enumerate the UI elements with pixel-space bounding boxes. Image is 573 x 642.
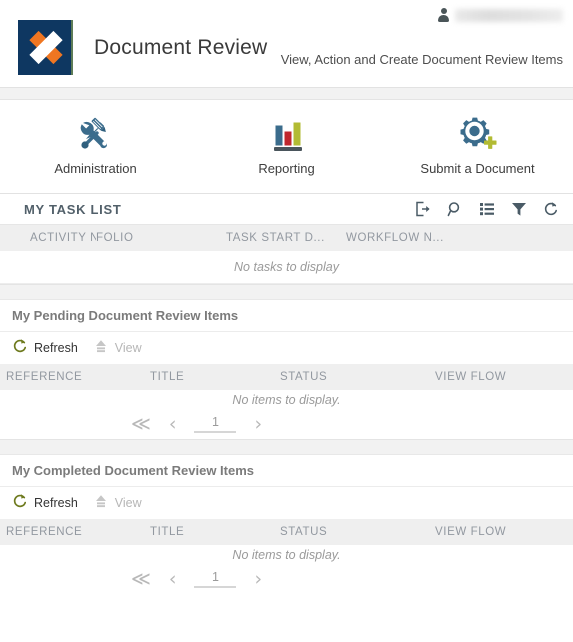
nav-tile-administration[interactable]: Administration	[0, 100, 191, 193]
pending-view-button[interactable]: View	[91, 336, 148, 361]
column-header-view-flow: VIEW FLOW	[435, 526, 507, 538]
user-icon	[438, 8, 449, 22]
list-icon[interactable]	[478, 201, 495, 218]
task-list-title: MY TASK LIST	[24, 201, 122, 217]
task-list-header: MY TASK LIST	[0, 194, 573, 225]
pending-column-headers: REFERENCE TITLE STATUS VIEW FLOW	[0, 364, 573, 390]
nav-tile-reporting[interactable]: Reporting	[191, 100, 382, 193]
column-header-title: TITLE	[150, 526, 185, 538]
pending-pagination: ≪ ‹ ›	[0, 409, 573, 439]
completed-empty-message: No items to display.	[0, 545, 573, 564]
section-divider-band-1	[0, 284, 573, 300]
user-account[interactable]	[438, 8, 563, 22]
pending-prev-page-button[interactable]: ‹	[169, 414, 177, 434]
pending-section-title: My Pending Document Review Items	[0, 300, 573, 332]
pending-page-input[interactable]	[194, 415, 237, 433]
nav-label-reporting: Reporting	[258, 161, 315, 176]
section-divider-band-2	[0, 439, 573, 455]
completed-page-input[interactable]	[194, 570, 237, 588]
nav-label-administration: Administration	[54, 161, 137, 176]
column-header-task-start-date: TASK START D...	[226, 232, 325, 244]
pending-view-label: View	[114, 341, 142, 355]
pending-refresh-button[interactable]: Refresh	[10, 336, 84, 361]
search-icon[interactable]	[446, 201, 463, 218]
column-header-reference: REFERENCE	[6, 526, 83, 538]
refresh-icon	[12, 338, 28, 359]
upload-arrow-icon	[93, 338, 109, 359]
filter-icon[interactable]	[510, 201, 527, 218]
column-header-status: STATUS	[280, 526, 328, 538]
upload-arrow-icon	[93, 493, 109, 514]
pending-first-page-button[interactable]: ≪	[131, 414, 151, 434]
export-icon[interactable]	[414, 201, 431, 218]
pending-refresh-label: Refresh	[34, 341, 78, 355]
gear-plus-icon	[458, 114, 498, 154]
column-header-folio: FOLIO	[96, 232, 134, 244]
completed-refresh-label: Refresh	[34, 496, 78, 510]
page-subtitle: View, Action and Create Document Review …	[280, 52, 563, 67]
nav-strip: Administration Reporting Submit a Docume…	[0, 100, 573, 194]
completed-view-label: View	[114, 496, 142, 510]
header-spacer-band	[0, 88, 573, 100]
column-header-activity-name: ACTIVITY NAME	[30, 232, 96, 244]
tools-icon	[76, 114, 116, 154]
completed-prev-page-button[interactable]: ‹	[169, 569, 177, 589]
nav-label-submit-document: Submit a Document	[420, 161, 535, 176]
column-header-title: TITLE	[150, 371, 185, 383]
nav-tile-submit-document[interactable]: Submit a Document	[382, 100, 573, 193]
completed-refresh-button[interactable]: Refresh	[10, 491, 84, 516]
pending-next-page-button[interactable]: ›	[254, 414, 262, 434]
pending-action-row: Refresh View	[0, 332, 573, 364]
pending-empty-message: No items to display.	[0, 390, 573, 409]
column-header-status: STATUS	[280, 371, 328, 383]
brand: Document Review	[18, 20, 267, 75]
column-header-view-flow: VIEW FLOW	[435, 371, 507, 383]
column-header-workflow-name: WORKFLOW N...	[346, 232, 444, 244]
completed-view-button[interactable]: View	[91, 491, 148, 516]
refresh-icon	[12, 493, 28, 514]
app-header: Document Review View, Action and Create …	[0, 0, 573, 88]
user-name	[455, 8, 563, 22]
completed-pagination: ≪ ‹ ›	[0, 564, 573, 594]
completed-action-row: Refresh View	[0, 487, 573, 519]
task-list-column-headers: ACTIVITY NAME FOLIO TASK START D... WORK…	[0, 225, 573, 251]
task-list-empty-message: No tasks to display	[0, 251, 573, 284]
column-header-reference: REFERENCE	[6, 371, 83, 383]
refresh-icon[interactable]	[542, 201, 559, 218]
completed-first-page-button[interactable]: ≪	[131, 569, 151, 589]
completed-next-page-button[interactable]: ›	[254, 569, 262, 589]
bar-chart-icon	[267, 114, 307, 154]
completed-section-title: My Completed Document Review Items	[0, 455, 573, 487]
task-list-toolbar	[414, 201, 559, 218]
x-logo	[18, 20, 73, 75]
completed-column-headers: REFERENCE TITLE STATUS VIEW FLOW	[0, 519, 573, 545]
page-title: Document Review	[94, 35, 268, 59]
